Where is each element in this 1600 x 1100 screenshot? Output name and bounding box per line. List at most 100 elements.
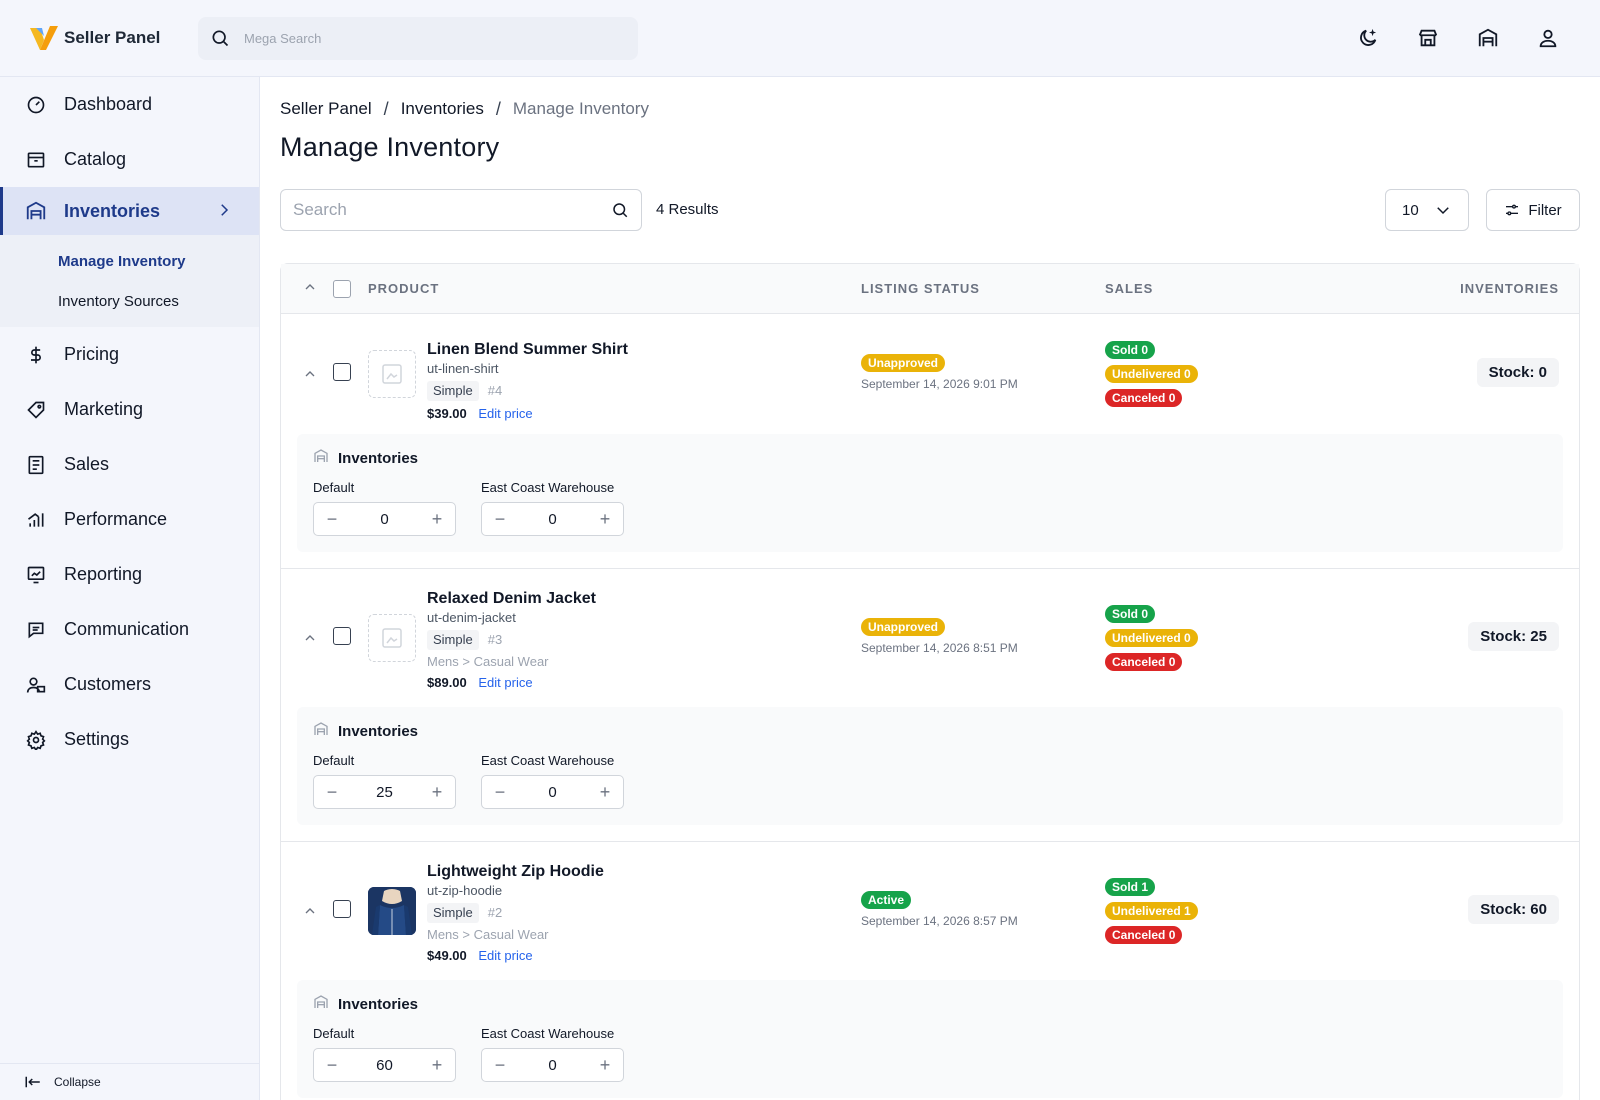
per-page-select[interactable]: 10	[1385, 189, 1469, 231]
search-icon	[212, 30, 229, 47]
breadcrumb-inventories[interactable]: Inventories	[401, 99, 484, 119]
table-row: Lightweight Zip Hoodie ut-zip-hoodie Sim…	[281, 842, 1579, 1100]
header-product[interactable]: PRODUCT	[368, 281, 439, 296]
increment-button[interactable]: +	[429, 1056, 445, 1074]
tag-icon	[25, 399, 47, 421]
decrement-button[interactable]: −	[324, 783, 340, 801]
checkbox-box[interactable]	[333, 279, 351, 298]
chevron-up-icon[interactable]	[302, 903, 318, 924]
top-actions	[1338, 22, 1578, 54]
sidebar-item-reporting[interactable]: Reporting	[0, 547, 259, 602]
status-badge: Active	[861, 891, 912, 909]
checkbox-box[interactable]	[333, 900, 351, 918]
quantity-value[interactable]: 0	[523, 1057, 583, 1074]
mega-search[interactable]	[198, 16, 638, 60]
top-bar: Seller Panel	[0, 0, 1600, 77]
sidebar-item-communication[interactable]: Communication	[0, 602, 259, 657]
gear-icon	[25, 729, 47, 751]
product-price: $39.00	[427, 406, 467, 421]
search-field[interactable]	[280, 189, 642, 231]
search-input[interactable]	[293, 200, 611, 220]
header-inventories[interactable]: INVENTORIES	[1460, 281, 1559, 296]
sidebar-item-sales[interactable]: Sales	[0, 437, 259, 492]
sidebar-item-settings[interactable]: Settings	[0, 712, 259, 767]
sidebar-item-marketing[interactable]: Marketing	[0, 382, 259, 437]
increment-button[interactable]: +	[597, 783, 613, 801]
inventories-subnav: Manage Inventory Inventory Sources	[0, 235, 259, 327]
decrement-button[interactable]: −	[492, 1056, 508, 1074]
product-category: Mens > Casual Wear	[427, 654, 549, 669]
decrement-button[interactable]: −	[492, 510, 508, 528]
increment-button[interactable]: +	[597, 510, 613, 528]
subnav-item-manage-inventory[interactable]: Manage Inventory	[0, 241, 259, 281]
quantity-value[interactable]: 0	[523, 784, 583, 801]
quantity-value[interactable]: 60	[355, 1057, 415, 1074]
product-info: Lightweight Zip Hoodie ut-zip-hoodie Sim…	[427, 862, 604, 964]
increment-button[interactable]: +	[429, 783, 445, 801]
source-label: Default	[313, 753, 355, 768]
stock-badge: Stock: 0	[1476, 358, 1559, 387]
quantity-value[interactable]: 0	[523, 511, 583, 528]
sold-badge: Sold 0	[1105, 605, 1156, 623]
collapse-button[interactable]: Collapse	[0, 1063, 259, 1100]
product-sku: ut-denim-jacket	[427, 610, 516, 625]
product-info: Relaxed Denim Jacket ut-denim-jacket Sim…	[427, 589, 596, 691]
breadcrumb-separator: /	[495, 98, 501, 119]
breadcrumb-seller-panel[interactable]: Seller Panel	[280, 99, 372, 119]
brand[interactable]: Seller Panel	[28, 22, 178, 54]
toolbar: 4 Results 10 Filter	[280, 189, 1580, 231]
header-sales[interactable]: SALES	[1105, 281, 1153, 296]
row-checkbox[interactable]	[333, 900, 351, 918]
product-name[interactable]: Linen Blend Summer Shirt	[427, 340, 628, 360]
sidebar-item-catalog[interactable]: Catalog	[0, 132, 259, 187]
theme-toggle-button[interactable]	[1338, 22, 1398, 54]
chevron-up-icon[interactable]	[302, 366, 318, 387]
edit-price-link[interactable]: Edit price	[478, 406, 532, 421]
warehouse-button[interactable]	[1458, 22, 1518, 54]
mega-search-input[interactable]	[244, 30, 604, 46]
quantity-value[interactable]: 25	[355, 784, 415, 801]
listing-status: Active September 14, 2026 8:57 PM	[861, 891, 1018, 928]
checkbox-box[interactable]	[333, 627, 351, 645]
source-label: East Coast Warehouse	[481, 1026, 615, 1041]
subnav-item-inventory-sources[interactable]: Inventory Sources	[0, 281, 259, 321]
increment-button[interactable]: +	[429, 510, 445, 528]
product-image[interactable]	[368, 887, 416, 935]
select-all-checkbox[interactable]	[333, 279, 351, 298]
inventory-panel-title: Inventories	[338, 995, 419, 1013]
table-header: PRODUCT LISTING STATUS SALES INVENTORIES	[281, 264, 1579, 314]
increment-button[interactable]: +	[597, 1056, 613, 1074]
decrement-button[interactable]: −	[492, 783, 508, 801]
collapse-icon	[25, 1076, 40, 1088]
sidebar-item-label: Inventories	[64, 200, 161, 221]
sidebar-item-label: Communication	[64, 619, 190, 639]
chevron-up-icon[interactable]	[302, 279, 318, 298]
edit-price-link[interactable]: Edit price	[478, 948, 532, 963]
sidebar-item-customers[interactable]: Customers	[0, 657, 259, 712]
filter-label: Filter	[1528, 201, 1562, 219]
logo-icon	[30, 26, 58, 50]
sidebar-item-pricing[interactable]: Pricing	[0, 327, 259, 382]
sidebar-item-inventories[interactable]: Inventories	[0, 187, 259, 235]
product-price: $49.00	[427, 948, 467, 963]
chevron-up-icon[interactable]	[302, 630, 318, 651]
sidebar-item-performance[interactable]: Performance	[0, 492, 259, 547]
quantity-value[interactable]: 0	[355, 511, 415, 528]
decrement-button[interactable]: −	[324, 1056, 340, 1074]
product-name[interactable]: Relaxed Denim Jacket	[427, 589, 596, 609]
row-checkbox[interactable]	[333, 363, 351, 381]
edit-price-link[interactable]: Edit price	[478, 675, 532, 690]
store-button[interactable]	[1398, 22, 1458, 54]
checkbox-box[interactable]	[333, 363, 351, 381]
user-button[interactable]	[1518, 22, 1578, 54]
sales-summary: Sold 0 Undelivered 0 Canceled 0	[1105, 605, 1198, 671]
header-listing-status[interactable]: LISTING STATUS	[861, 281, 980, 296]
row-checkbox[interactable]	[333, 627, 351, 645]
chevron-down-icon	[1437, 207, 1449, 215]
product-name[interactable]: Lightweight Zip Hoodie	[427, 862, 604, 882]
results-count: 4 Results	[656, 201, 719, 218]
sidebar-item-dashboard[interactable]: Dashboard	[0, 77, 259, 132]
listing-date: September 14, 2026 9:01 PM	[861, 377, 1018, 391]
decrement-button[interactable]: −	[324, 510, 340, 528]
filter-button[interactable]: Filter	[1486, 189, 1580, 231]
